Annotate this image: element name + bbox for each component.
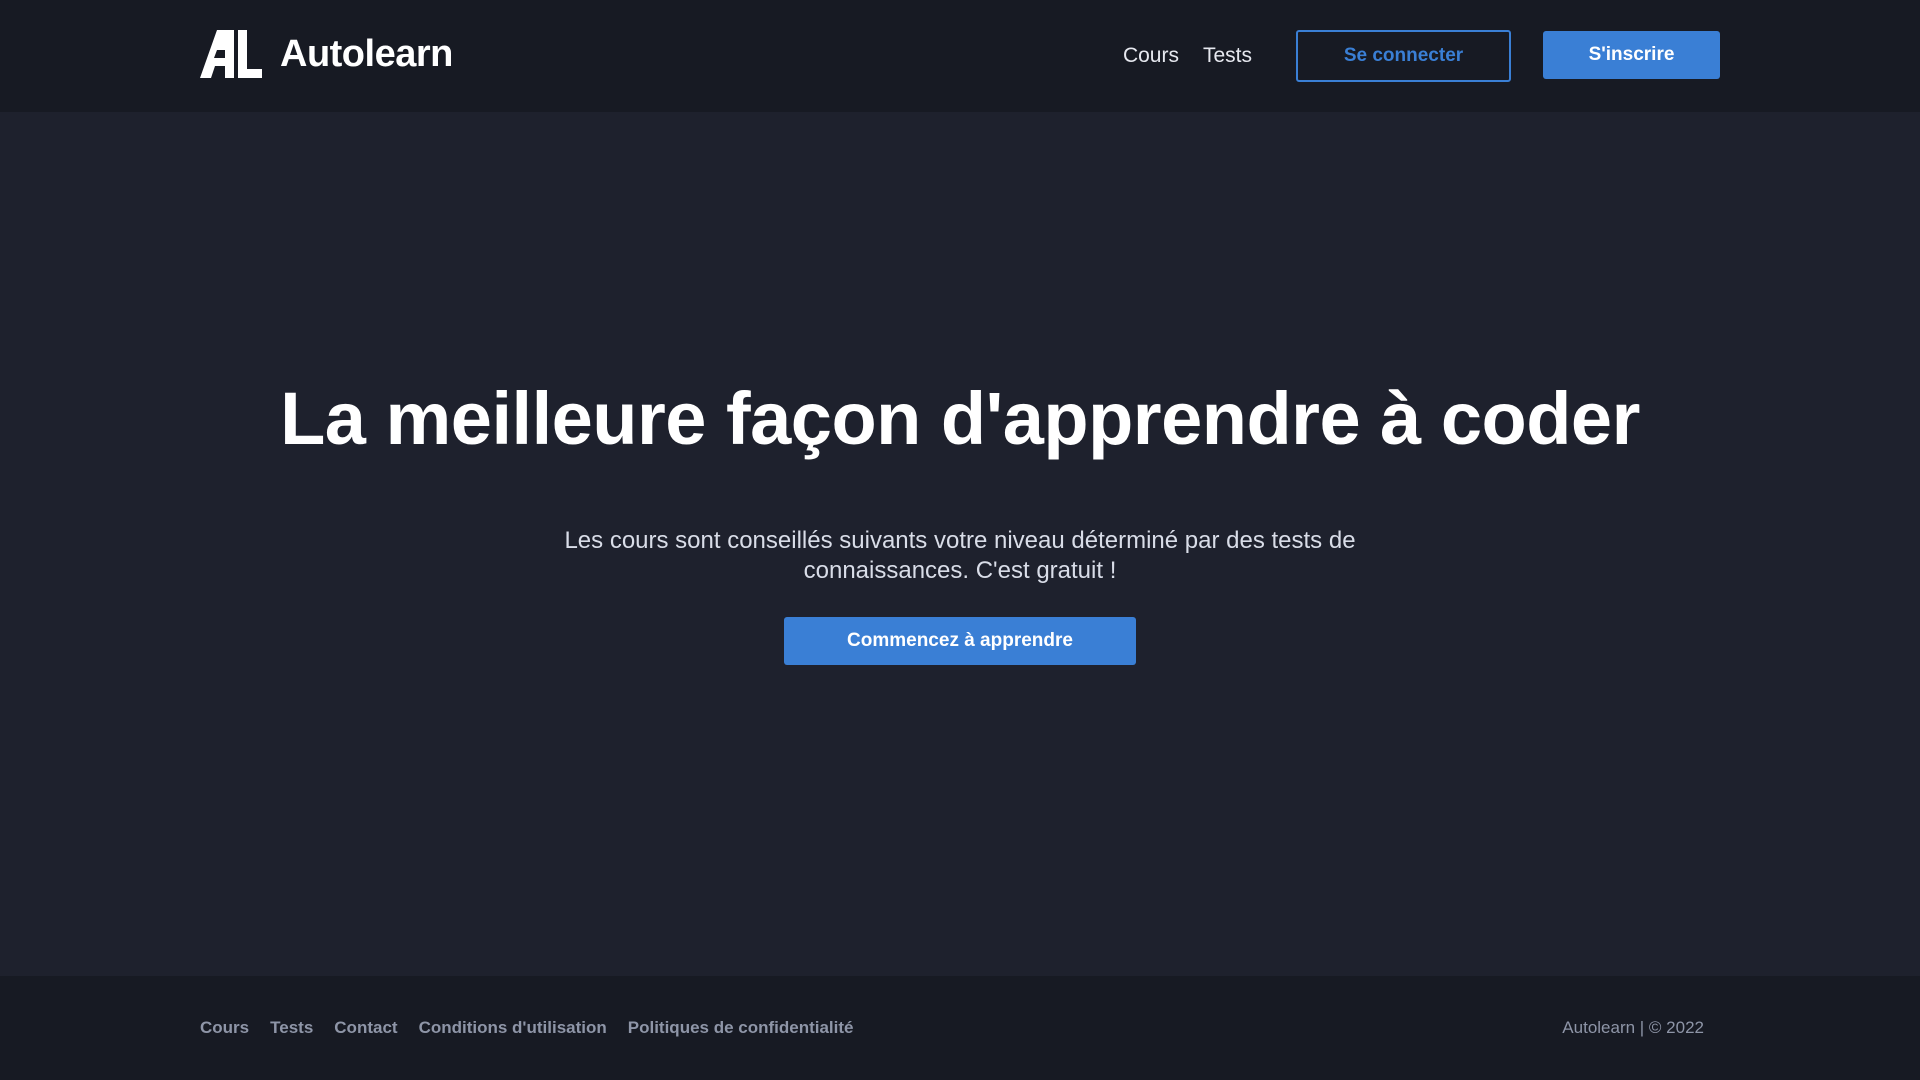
signup-button[interactable]: S'inscrire	[1543, 31, 1720, 79]
hero-subtitle: Les cours sont conseillés suivants votre…	[564, 527, 1356, 584]
footer-link-contact[interactable]: Contact	[334, 1016, 397, 1040]
brand-name: Autolearn	[280, 33, 453, 75]
hero-section: La meilleure façon d'apprendre à coder L…	[0, 112, 1920, 976]
copyright-text: Autolearn | © 2022	[1562, 1018, 1704, 1037]
start-learning-button[interactable]: Commencez à apprendre	[784, 617, 1136, 665]
brand-logo-link[interactable]: Autolearn	[200, 30, 453, 78]
footer-link-terms[interactable]: Conditions d'utilisation	[419, 1016, 607, 1040]
site-header: Autolearn Cours Tests Se connecter S'ins…	[0, 0, 1920, 112]
login-button[interactable]: Se connecter	[1296, 30, 1511, 82]
nav-link-cours[interactable]: Cours	[1123, 30, 1179, 82]
footer-link-cours[interactable]: Cours	[200, 1016, 249, 1040]
footer-nav: Cours Tests Contact Conditions d'utilisa…	[200, 1016, 854, 1040]
main-nav: Cours Tests Se connecter S'inscrire	[1123, 30, 1720, 82]
page: Autolearn Cours Tests Se connecter S'ins…	[0, 0, 1920, 1080]
nav-link-tests[interactable]: Tests	[1203, 30, 1252, 82]
site-footer: Cours Tests Contact Conditions d'utilisa…	[0, 976, 1920, 1080]
hero-title: La meilleure façon d'apprendre à coder	[280, 377, 1640, 460]
footer-link-tests[interactable]: Tests	[270, 1016, 313, 1040]
autolearn-logo-icon	[200, 30, 262, 78]
footer-link-privacy[interactable]: Politiques de confidentialité	[628, 1016, 854, 1040]
